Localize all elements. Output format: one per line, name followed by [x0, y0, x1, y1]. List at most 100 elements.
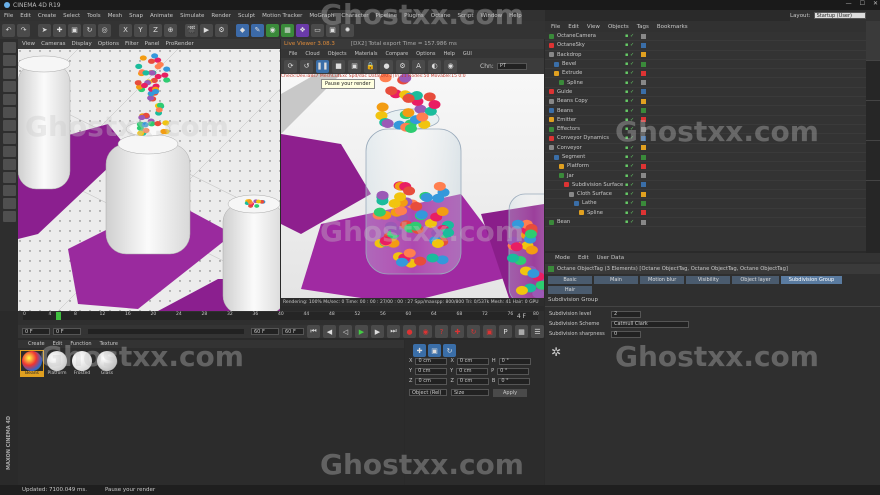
current-frame-field[interactable]: 0 F: [53, 328, 81, 335]
live-viewer-menu-objects[interactable]: Objects: [328, 51, 347, 57]
visibility-toggle-icon[interactable]: ▪ ✓: [625, 117, 634, 123]
layout-select[interactable]: Startup (User): [813, 12, 866, 19]
menu-render[interactable]: Render: [211, 13, 231, 19]
visibility-toggle-icon[interactable]: ▪ ✓: [625, 89, 634, 95]
layers-tab[interactable]: [866, 141, 880, 181]
lock-icon[interactable]: 🔒: [364, 59, 377, 73]
coord-value-field[interactable]: 0 °: [498, 357, 531, 365]
visibility-toggle-icon[interactable]: ▪ ✓: [625, 135, 634, 141]
attr-tab-hair[interactable]: Hair: [548, 286, 592, 294]
attr-tab-motion-blur[interactable]: Motion blur: [640, 276, 685, 284]
camera-icon[interactable]: ▣: [326, 23, 339, 37]
object-tag-icon[interactable]: [641, 108, 646, 114]
render-picture-icon[interactable]: ▶: [200, 23, 213, 37]
attr-field-value[interactable]: 0: [611, 330, 641, 338]
coord-mode-select[interactable]: Object (Rel): [409, 389, 447, 396]
object-row[interactable]: Segment ▪ ✓: [545, 153, 866, 163]
polygons-mode-icon[interactable]: [2, 120, 16, 131]
visibility-toggle-icon[interactable]: ▪ ✓: [625, 70, 634, 76]
menu-mograph[interactable]: MoGraph: [309, 13, 334, 19]
material-icon[interactable]: ◉: [444, 59, 457, 73]
key-pla-icon[interactable]: ▦: [515, 325, 528, 338]
object-menu-view[interactable]: View: [587, 24, 600, 30]
material-swatch[interactable]: Beans: [20, 350, 44, 377]
visibility-toggle-icon[interactable]: ▪ ✓: [625, 219, 634, 225]
edges-mode-icon[interactable]: [2, 107, 16, 118]
object-tag-icon[interactable]: [641, 70, 646, 76]
key-param-icon[interactable]: P: [499, 325, 512, 338]
object-menu-objects[interactable]: Objects: [608, 24, 629, 30]
object-menu-bookmarks[interactable]: Bookmarks: [657, 24, 688, 30]
subdivision-icon[interactable]: ◉: [266, 23, 279, 37]
region-icon[interactable]: ▣: [348, 59, 361, 73]
menu-octane[interactable]: Octane: [431, 13, 451, 19]
visibility-toggle-icon[interactable]: ▪ ✓: [625, 173, 634, 179]
go-to-end-icon[interactable]: ⏭: [387, 325, 400, 338]
live-select-icon[interactable]: ◎: [98, 23, 111, 37]
minimize-button[interactable]: —: [846, 0, 852, 7]
viewport-menu-filter[interactable]: Filter: [125, 41, 139, 47]
workplane-icon[interactable]: [2, 81, 16, 92]
visibility-toggle-icon[interactable]: ▪ ✓: [625, 145, 634, 151]
light-icon[interactable]: ✹: [341, 23, 354, 37]
coord-value-field[interactable]: 0 cm: [415, 357, 448, 365]
redo-icon[interactable]: ↷: [17, 23, 30, 37]
object-tag-icon[interactable]: [641, 191, 646, 197]
visibility-toggle-icon[interactable]: ▪ ✓: [625, 126, 634, 132]
play-reverse-icon[interactable]: ◁: [339, 325, 352, 338]
attributes-menu-user-data[interactable]: User Data: [597, 255, 624, 261]
max-frame-field[interactable]: 60 F: [282, 328, 304, 335]
attr-field-value[interactable]: Catmull Clark: [611, 320, 689, 328]
object-row[interactable]: Spline ▪ ✓: [545, 209, 866, 218]
structure-tab[interactable]: [866, 101, 880, 141]
object-row[interactable]: OctaneSky ▪ ✓: [545, 41, 866, 51]
axis-mode-icon[interactable]: [2, 133, 16, 144]
solo-icon[interactable]: [2, 185, 16, 196]
menu-file[interactable]: File: [4, 13, 13, 19]
coord-size-select[interactable]: Size: [451, 389, 489, 396]
prev-key-icon[interactable]: ◀: [323, 325, 336, 338]
attr-tab-subdivision-group[interactable]: Subdivision Group: [780, 276, 843, 284]
playhead[interactable]: [56, 312, 61, 320]
live-viewer-menu-file[interactable]: File: [289, 51, 297, 57]
key-scale-icon[interactable]: ▣: [483, 325, 496, 338]
object-tag-icon[interactable]: [641, 80, 646, 86]
object-tag-icon[interactable]: [641, 98, 646, 104]
coordinate-system-icon[interactable]: ⊕: [164, 23, 177, 37]
render-a-icon[interactable]: A: [412, 59, 425, 73]
object-row[interactable]: Conveyor Dynamics ▪ ✓: [545, 134, 866, 144]
coord-rotate-icon[interactable]: ↻: [443, 344, 456, 357]
coord-value-field[interactable]: 0 cm: [415, 377, 448, 385]
attributes-menu-edit[interactable]: Edit: [578, 255, 589, 261]
menu-tools[interactable]: Tools: [87, 13, 101, 19]
coord-value-field[interactable]: 0 cm: [415, 367, 448, 375]
object-row[interactable]: Extrude ▪ ✓: [545, 69, 866, 79]
send-scene-icon[interactable]: ⟳: [284, 59, 297, 73]
objects-tab[interactable]: [866, 21, 880, 61]
material-swatch[interactable]: Glass: [96, 351, 118, 376]
coord-value-field[interactable]: 0 cm: [456, 377, 489, 385]
material-swatch[interactable]: Platform: [46, 351, 68, 376]
live-viewer-menu-cloud[interactable]: Cloud: [305, 51, 319, 57]
object-row[interactable]: Jar ▪ ✓: [545, 171, 866, 181]
z-axis-icon[interactable]: Z: [149, 23, 162, 37]
live-viewer-menu-compare[interactable]: Compare: [385, 51, 408, 57]
live-viewer-menu-gui[interactable]: GUI: [463, 51, 472, 57]
object-tag-icon[interactable]: [641, 145, 646, 151]
object-tag-icon[interactable]: [641, 126, 646, 132]
visibility-toggle-icon[interactable]: ▪ ✓: [625, 80, 634, 86]
floor-icon[interactable]: ▭: [311, 23, 324, 37]
close-button[interactable]: ✕: [873, 0, 878, 7]
coord-value-field[interactable]: 0 cm: [456, 357, 489, 365]
select-tool-icon[interactable]: ➤: [38, 23, 51, 37]
model-mode-icon[interactable]: [2, 55, 16, 66]
apply-button[interactable]: Apply: [493, 389, 528, 397]
maximize-button[interactable]: ☐: [860, 0, 865, 7]
timeline[interactable]: 0 4 8 12 16 20 24 28 32 36 40 44 48 52 56 60 64 68 72 76 80 …: [18, 311, 544, 325]
visibility-toggle-icon[interactable]: ▪ ✓: [625, 42, 634, 48]
viewport-menu-panel[interactable]: Panel: [145, 41, 160, 47]
material-menu-texture[interactable]: Texture: [100, 341, 118, 347]
start-frame-field[interactable]: 0 F: [22, 328, 50, 335]
render-view-icon[interactable]: 🎬: [185, 23, 198, 37]
menu-mesh[interactable]: Mesh: [108, 13, 122, 19]
